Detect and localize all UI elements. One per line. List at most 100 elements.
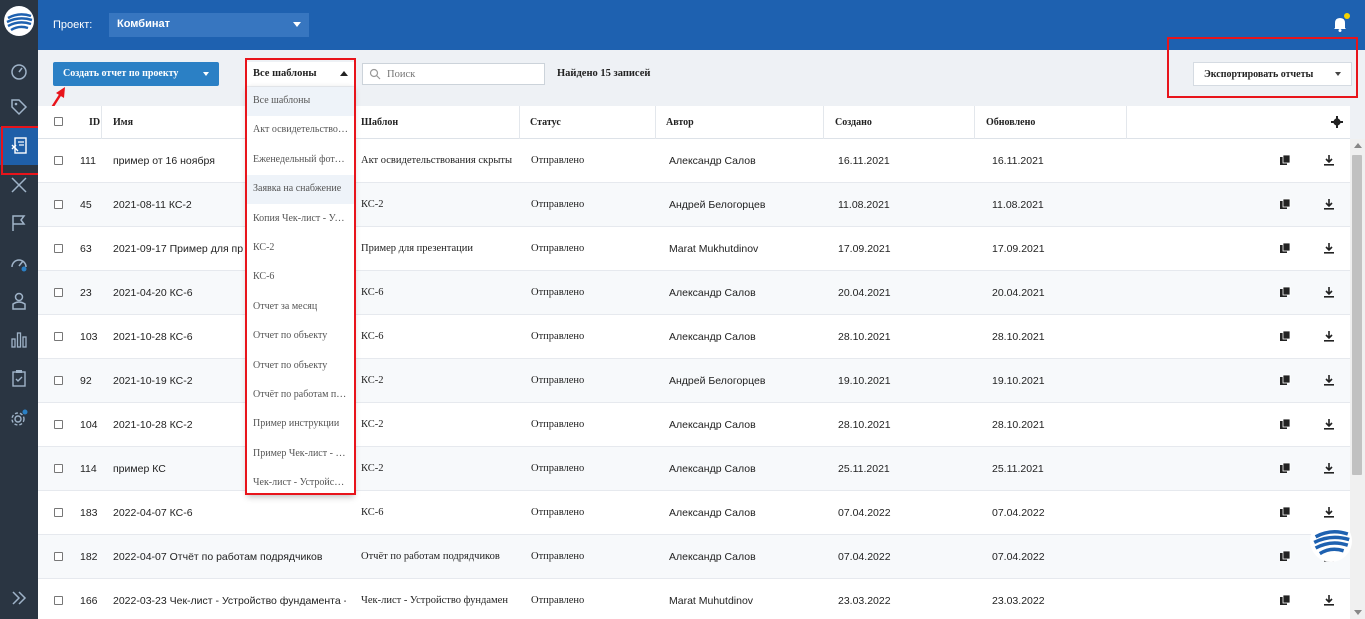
row-checkbox[interactable] (54, 552, 63, 561)
dropdown-option[interactable]: Акт освидетельствования скрытых работ (247, 116, 354, 145)
nav-settings[interactable] (0, 400, 38, 436)
scrollbar-thumb[interactable] (1352, 155, 1362, 475)
copy-icon[interactable] (1279, 462, 1291, 474)
sidebar-expand-button[interactable] (0, 580, 38, 616)
dropdown-option[interactable]: Отчет за месяц (247, 293, 354, 322)
cell-name[interactable]: 2022-04-07 КС-6 (113, 507, 346, 519)
nav-speed[interactable] (0, 245, 38, 281)
table-row[interactable]: 111 пример от 16 ноября Акт освидетельство… (38, 139, 1350, 183)
copy-icon[interactable] (1279, 154, 1291, 166)
col-header-status[interactable]: Статус (530, 117, 561, 128)
dropdown-option[interactable]: КС-2 (247, 234, 354, 263)
cell-updated: 19.10.2021 (992, 375, 1045, 387)
copy-icon[interactable] (1279, 198, 1291, 210)
nav-dashboard[interactable] (0, 53, 38, 89)
dropdown-option[interactable]: Копия Чек-лист - Устройство (247, 205, 354, 234)
table-row[interactable]: 23 2021-04-20 КС-6 КС-6 Отправлено Александр… (38, 271, 1350, 315)
download-icon[interactable] (1323, 462, 1335, 474)
download-icon[interactable] (1323, 242, 1335, 254)
cell-name[interactable]: 2022-03-23 Чек-лист - Устройство фундаме… (113, 595, 346, 607)
nav-tools[interactable] (0, 167, 38, 203)
dropdown-option[interactable]: Все шаблоны (247, 87, 354, 116)
row-checkbox[interactable] (54, 200, 63, 209)
download-icon[interactable] (1323, 506, 1335, 518)
table-row[interactable]: 63 2021-09-17 Пример для пр Пример для пре… (38, 227, 1350, 271)
col-header-author[interactable]: Автор (666, 117, 694, 128)
copy-icon[interactable] (1279, 242, 1291, 254)
cell-name[interactable]: 2022-04-07 Отчёт по работам подрядчиков (113, 551, 346, 563)
gear-icon[interactable] (1331, 116, 1343, 128)
cell-author: Александр Салов (669, 331, 756, 343)
dropdown-option[interactable]: Пример инструкции (247, 410, 354, 439)
dropdown-option[interactable]: Чек-лист - Устройство фундамента (247, 469, 354, 495)
download-icon[interactable] (1323, 594, 1335, 606)
template-filter-select[interactable]: Все шаблоны (247, 62, 354, 86)
create-report-button[interactable]: Создать отчет по проекту (53, 62, 219, 86)
cell-id: 111 (80, 155, 96, 167)
col-header-created[interactable]: Создано (835, 117, 872, 128)
table-row[interactable]: 182 2022-04-07 Отчёт по работам подрядчик… (38, 535, 1350, 579)
cell-id: 23 (80, 287, 92, 299)
row-checkbox[interactable] (54, 156, 63, 165)
download-icon[interactable] (1323, 374, 1335, 386)
nav-tags[interactable] (0, 89, 38, 125)
vertical-scrollbar[interactable] (1350, 139, 1365, 619)
copy-icon[interactable] (1279, 418, 1291, 430)
project-select[interactable]: Комбинат (109, 13, 309, 37)
row-checkbox[interactable] (54, 464, 63, 473)
table-row[interactable]: 104 2021-10-28 КС-2 КС-2 Отправлено Александ… (38, 403, 1350, 447)
row-checkbox[interactable] (54, 420, 63, 429)
copy-icon[interactable] (1279, 506, 1291, 518)
scroll-down-icon[interactable] (1354, 610, 1362, 615)
scroll-up-icon[interactable] (1354, 143, 1362, 148)
search-box[interactable] (362, 63, 545, 85)
dropdown-option[interactable]: Пример Чек-лист - Устройство (247, 440, 354, 469)
nav-flags[interactable] (0, 205, 38, 241)
nav-analytics[interactable] (0, 321, 38, 357)
cell-template: КС-2 (361, 199, 384, 210)
download-icon[interactable] (1323, 418, 1335, 430)
nav-tasks[interactable] (0, 360, 38, 396)
cell-author: Александр Салов (669, 507, 756, 519)
download-icon[interactable] (1323, 330, 1335, 342)
row-checkbox[interactable] (54, 376, 63, 385)
dropdown-option[interactable]: КС-6 (247, 263, 354, 292)
copy-icon[interactable] (1279, 594, 1291, 606)
table-row[interactable]: 103 2021-10-28 КС-6 КС-6 Отправлено Александ… (38, 315, 1350, 359)
row-checkbox[interactable] (54, 244, 63, 253)
table-row[interactable]: 183 2022-04-07 КС-6 КС-6 Отправлено Александ… (38, 491, 1350, 535)
dropdown-option[interactable]: Отчёт по работам подрядчиков (247, 381, 354, 410)
col-header-id[interactable]: ID (89, 117, 100, 128)
row-checkbox[interactable] (54, 596, 63, 605)
search-input[interactable] (387, 66, 537, 82)
table-row[interactable]: 114 пример КС КС-2 Отправлено Александр Сало… (38, 447, 1350, 491)
download-icon[interactable] (1323, 198, 1335, 210)
download-icon[interactable] (1323, 154, 1335, 166)
dropdown-option[interactable]: Еженедельный фотоотчет (247, 146, 354, 175)
copy-icon[interactable] (1279, 374, 1291, 386)
nav-users[interactable] (0, 283, 38, 319)
col-header-name[interactable]: Имя (113, 117, 133, 128)
copy-icon[interactable] (1279, 286, 1291, 298)
floating-logo-button[interactable] (1310, 520, 1352, 562)
copy-icon[interactable] (1279, 330, 1291, 342)
select-all-checkbox[interactable] (54, 117, 63, 126)
dropdown-option[interactable]: Отчет по объекту (247, 322, 354, 351)
app-logo[interactable] (4, 6, 34, 36)
table-row[interactable]: 92 2021-10-19 КС-2 КС-2 Отправлено Андрей Бе… (38, 359, 1350, 403)
row-checkbox[interactable] (54, 332, 63, 341)
row-checkbox[interactable] (54, 288, 63, 297)
table-row[interactable]: 166 2022-03-23 Чек-лист - Устройство фунд… (38, 579, 1350, 619)
notifications-button[interactable] (1333, 13, 1350, 32)
download-icon[interactable] (1323, 286, 1335, 298)
dropdown-option[interactable]: Заявка на снабжение (247, 175, 354, 205)
row-checkbox[interactable] (54, 508, 63, 517)
dropdown-option[interactable]: Отчет по объекту (247, 352, 354, 381)
col-header-updated[interactable]: Обновлено (986, 117, 1035, 128)
cell-status: Отправлено (531, 595, 585, 606)
table-row[interactable]: 45 2021-08-11 КС-2 КС-2 Отправлено Андрей Бе… (38, 183, 1350, 227)
nav-reports[interactable] (0, 127, 38, 165)
copy-icon[interactable] (1279, 550, 1291, 562)
export-reports-button[interactable]: Экспортировать отчеты (1193, 62, 1352, 86)
col-header-template[interactable]: Шаблон (361, 117, 398, 128)
